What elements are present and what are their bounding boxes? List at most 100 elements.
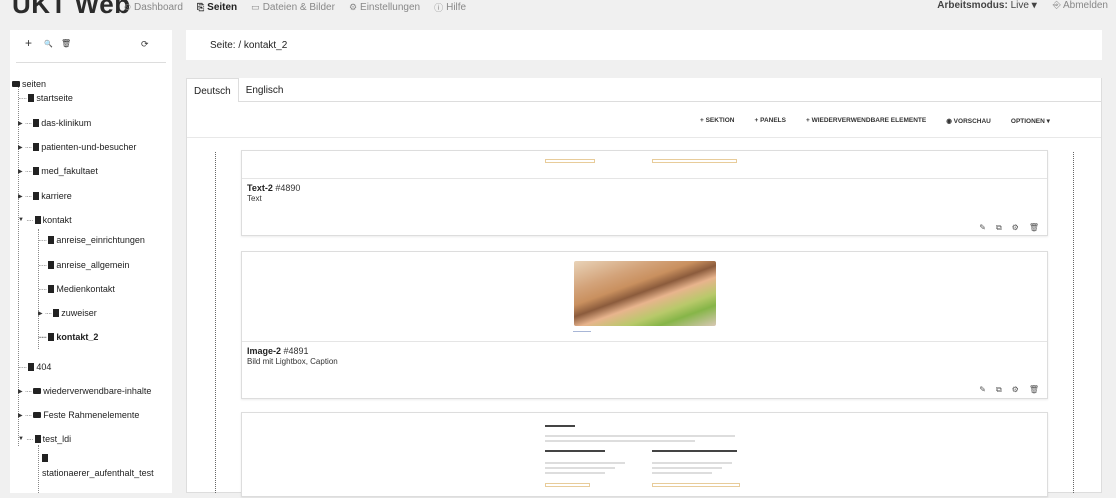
nav-dateien[interactable]: ▭ Dateien & Bilder bbox=[251, 0, 335, 14]
preview-button-mini bbox=[652, 483, 740, 487]
tree-node-label: 404 bbox=[36, 362, 52, 372]
tree-line bbox=[38, 445, 39, 493]
brand-logo[interactable]: UKT Web bbox=[12, 0, 131, 20]
tab-deutsch[interactable]: Deutsch bbox=[186, 78, 239, 102]
element-title: Text-2 #4890 bbox=[247, 183, 300, 193]
expand-arrow-icon[interactable]: ▶ bbox=[18, 168, 23, 175]
expand-arrow-icon[interactable]: ▶ bbox=[18, 412, 23, 419]
preview-heading-line bbox=[545, 450, 605, 452]
collapse-arrow-icon[interactable]: ▼ bbox=[18, 436, 24, 442]
logout-button[interactable]: ⎆ Abmelden bbox=[1053, 0, 1108, 14]
page-icon bbox=[33, 192, 40, 200]
main-nav: ⏲ Dashboard ⎘ Seiten ▭ Dateien & Bilder ⚙ Ei… bbox=[124, 0, 466, 14]
nav-hilfe-label: Hilfe bbox=[446, 1, 467, 13]
expand-arrow-icon[interactable]: ▶ bbox=[18, 193, 23, 200]
dashboard-icon: ⏲ bbox=[124, 1, 132, 12]
tree-node-anreise-einrichtungen[interactable]: ····· anreise_einrichtungen bbox=[38, 235, 145, 245]
preview-text-line bbox=[545, 467, 615, 469]
tree-node-medienkontakt[interactable]: ····· Medienkontakt bbox=[38, 284, 115, 294]
tree-node-patienten[interactable]: ▶ ···· patienten-und-besucher bbox=[18, 142, 136, 152]
gear-icon[interactable]: ⚙ bbox=[1012, 385, 1019, 395]
element-description: Text bbox=[247, 194, 262, 203]
tree-node-startseite[interactable]: ····· startseite bbox=[18, 93, 73, 103]
add-section-button[interactable]: + SEKTION bbox=[700, 117, 735, 125]
tree-node-feste-rahmenelemente[interactable]: ▶ ···· Feste Rahmenelemente bbox=[18, 410, 139, 420]
tree-node-anreise-allgemein[interactable]: ····· anreise_allgemein bbox=[38, 260, 129, 270]
tree-node-label: karriere bbox=[41, 191, 72, 201]
tree-node-kontakt-2[interactable]: ····· kontakt_2 bbox=[38, 332, 98, 342]
logout-label: Abmelden bbox=[1062, 0, 1108, 11]
chevron-down-icon: ▾ bbox=[1031, 0, 1037, 11]
page-icon bbox=[48, 261, 55, 269]
tree-node-404[interactable]: ····· 404 bbox=[18, 362, 51, 372]
add-reusable-elements-button[interactable]: + WIEDERVERWENDBARE ELEMENTE bbox=[806, 117, 926, 125]
expand-arrow-icon[interactable]: ▶ bbox=[18, 144, 23, 151]
page-icon bbox=[48, 285, 55, 293]
section-left-border bbox=[215, 152, 216, 493]
add-icon[interactable]: + bbox=[25, 36, 32, 50]
tab-englisch[interactable]: Englisch bbox=[239, 78, 291, 102]
options-dropdown[interactable]: OPTIONEN ▾ bbox=[1011, 117, 1050, 125]
element-title: Image-2 #4891 bbox=[247, 346, 309, 356]
tree-node-karriere[interactable]: ▶ ···· karriere bbox=[18, 191, 72, 201]
expand-arrow-icon[interactable]: ▶ bbox=[18, 388, 23, 395]
edit-icon[interactable]: ✎ bbox=[979, 385, 986, 395]
tree-node-kontakt[interactable]: ▼ ···· kontakt bbox=[18, 215, 72, 225]
collapse-arrow-icon[interactable]: ▼ bbox=[18, 217, 24, 223]
nav-seiten[interactable]: ⎘ Seiten bbox=[197, 0, 237, 14]
preview-text-line bbox=[545, 435, 735, 437]
top-right-controls: Arbeitsmodus: Live ▾ ⎆ Abmelden bbox=[937, 0, 1108, 14]
work-mode-dropdown[interactable]: Arbeitsmodus: Live ▾ bbox=[937, 0, 1037, 14]
page-icon bbox=[48, 333, 55, 341]
tree-node-wiederverwendbare[interactable]: ▶ ···· wiederverwendbare-inhalte bbox=[18, 386, 151, 396]
pages-icon: ⎘ bbox=[196, 1, 205, 12]
breadcrumb-path[interactable]: / kontakt_2 bbox=[238, 40, 287, 51]
tree-node-test-ldi[interactable]: ▼ ···· test_ldi bbox=[18, 434, 71, 444]
element-name: Image-2 bbox=[247, 346, 282, 356]
tree-node-label: med_fakultaet bbox=[41, 166, 98, 176]
refresh-icon[interactable]: ⟳ bbox=[141, 39, 149, 50]
nav-einstellungen[interactable]: ⚙ Einstellungen bbox=[349, 0, 420, 14]
search-icon[interactable]: 🔍 bbox=[44, 40, 53, 48]
expand-arrow-icon[interactable]: ▶ bbox=[38, 310, 43, 317]
actions-divider bbox=[187, 137, 1101, 138]
tree-node-label: test_ldi bbox=[42, 434, 72, 444]
copy-icon[interactable]: ⧉ bbox=[996, 223, 1002, 233]
nav-hilfe[interactable]: ⓘ Hilfe bbox=[434, 0, 466, 14]
tree-node-seiten[interactable]: seiten bbox=[12, 79, 46, 89]
tree-node-label: kontakt_2 bbox=[56, 332, 99, 342]
page-icon bbox=[33, 119, 40, 127]
files-icon: ▭ bbox=[251, 1, 260, 12]
preview-button[interactable]: ◉ VORSCHAU bbox=[946, 117, 991, 125]
copy-icon[interactable]: ⧉ bbox=[996, 385, 1002, 395]
tree-node-zuweiser[interactable]: ▶ ···· zuweiser bbox=[38, 308, 97, 318]
tree-node-label: wiederverwendbare-inhalte bbox=[43, 386, 152, 396]
nav-einstellungen-label: Einstellungen bbox=[360, 1, 421, 13]
preview-heading-line bbox=[545, 425, 575, 427]
top-bar: UKT Web ⏲ Dashboard ⎘ Seiten ▭ Dateien & Bi… bbox=[0, 0, 1116, 22]
tree-node-med-fakultaet[interactable]: ▶ ···· med_fakultaet bbox=[18, 166, 98, 176]
gear-icon[interactable]: ⚙ bbox=[1012, 223, 1019, 233]
tree-node-label: zuweiser bbox=[61, 308, 97, 318]
tree-toolbar: + 🔍 🗑 ⟳ bbox=[10, 30, 172, 62]
tree-node-label: seiten bbox=[22, 79, 47, 89]
tree-node-label: stationaerer_aufenthalt_test bbox=[42, 468, 154, 478]
element-card-image-2: Image-2 #4891 Bild mit Lightbox, Caption… bbox=[241, 251, 1048, 399]
preview-text-line bbox=[545, 440, 695, 442]
trash-icon[interactable]: 🗑 bbox=[61, 39, 71, 48]
editor-actions: + SEKTION + PANELS + WIEDERVERWENDBARE E… bbox=[700, 117, 1050, 125]
trash-icon[interactable]: 🗑 bbox=[1029, 223, 1039, 233]
trash-icon[interactable]: 🗑 bbox=[1029, 385, 1039, 395]
nav-dashboard[interactable]: ⏲ Dashboard bbox=[124, 0, 183, 14]
add-panels-button[interactable]: + PANELS bbox=[755, 117, 786, 125]
tree-node-das-klinikum[interactable]: ▶ ···· das-klinikum bbox=[18, 118, 91, 128]
page-icon bbox=[33, 143, 40, 151]
element-preview bbox=[242, 252, 1047, 342]
preview-text-line bbox=[545, 472, 605, 474]
expand-arrow-icon[interactable]: ▶ bbox=[18, 120, 23, 127]
edit-icon[interactable]: ✎ bbox=[979, 223, 986, 233]
tree-node-label: das-klinikum bbox=[41, 118, 92, 128]
preview-text-line bbox=[652, 467, 722, 469]
breadcrumb: Seite: / kontakt_2 bbox=[186, 30, 1102, 60]
tree-node-stationaerer-aufenthalt-test[interactable]: stationaerer_aufenthalt_test bbox=[42, 468, 154, 478]
